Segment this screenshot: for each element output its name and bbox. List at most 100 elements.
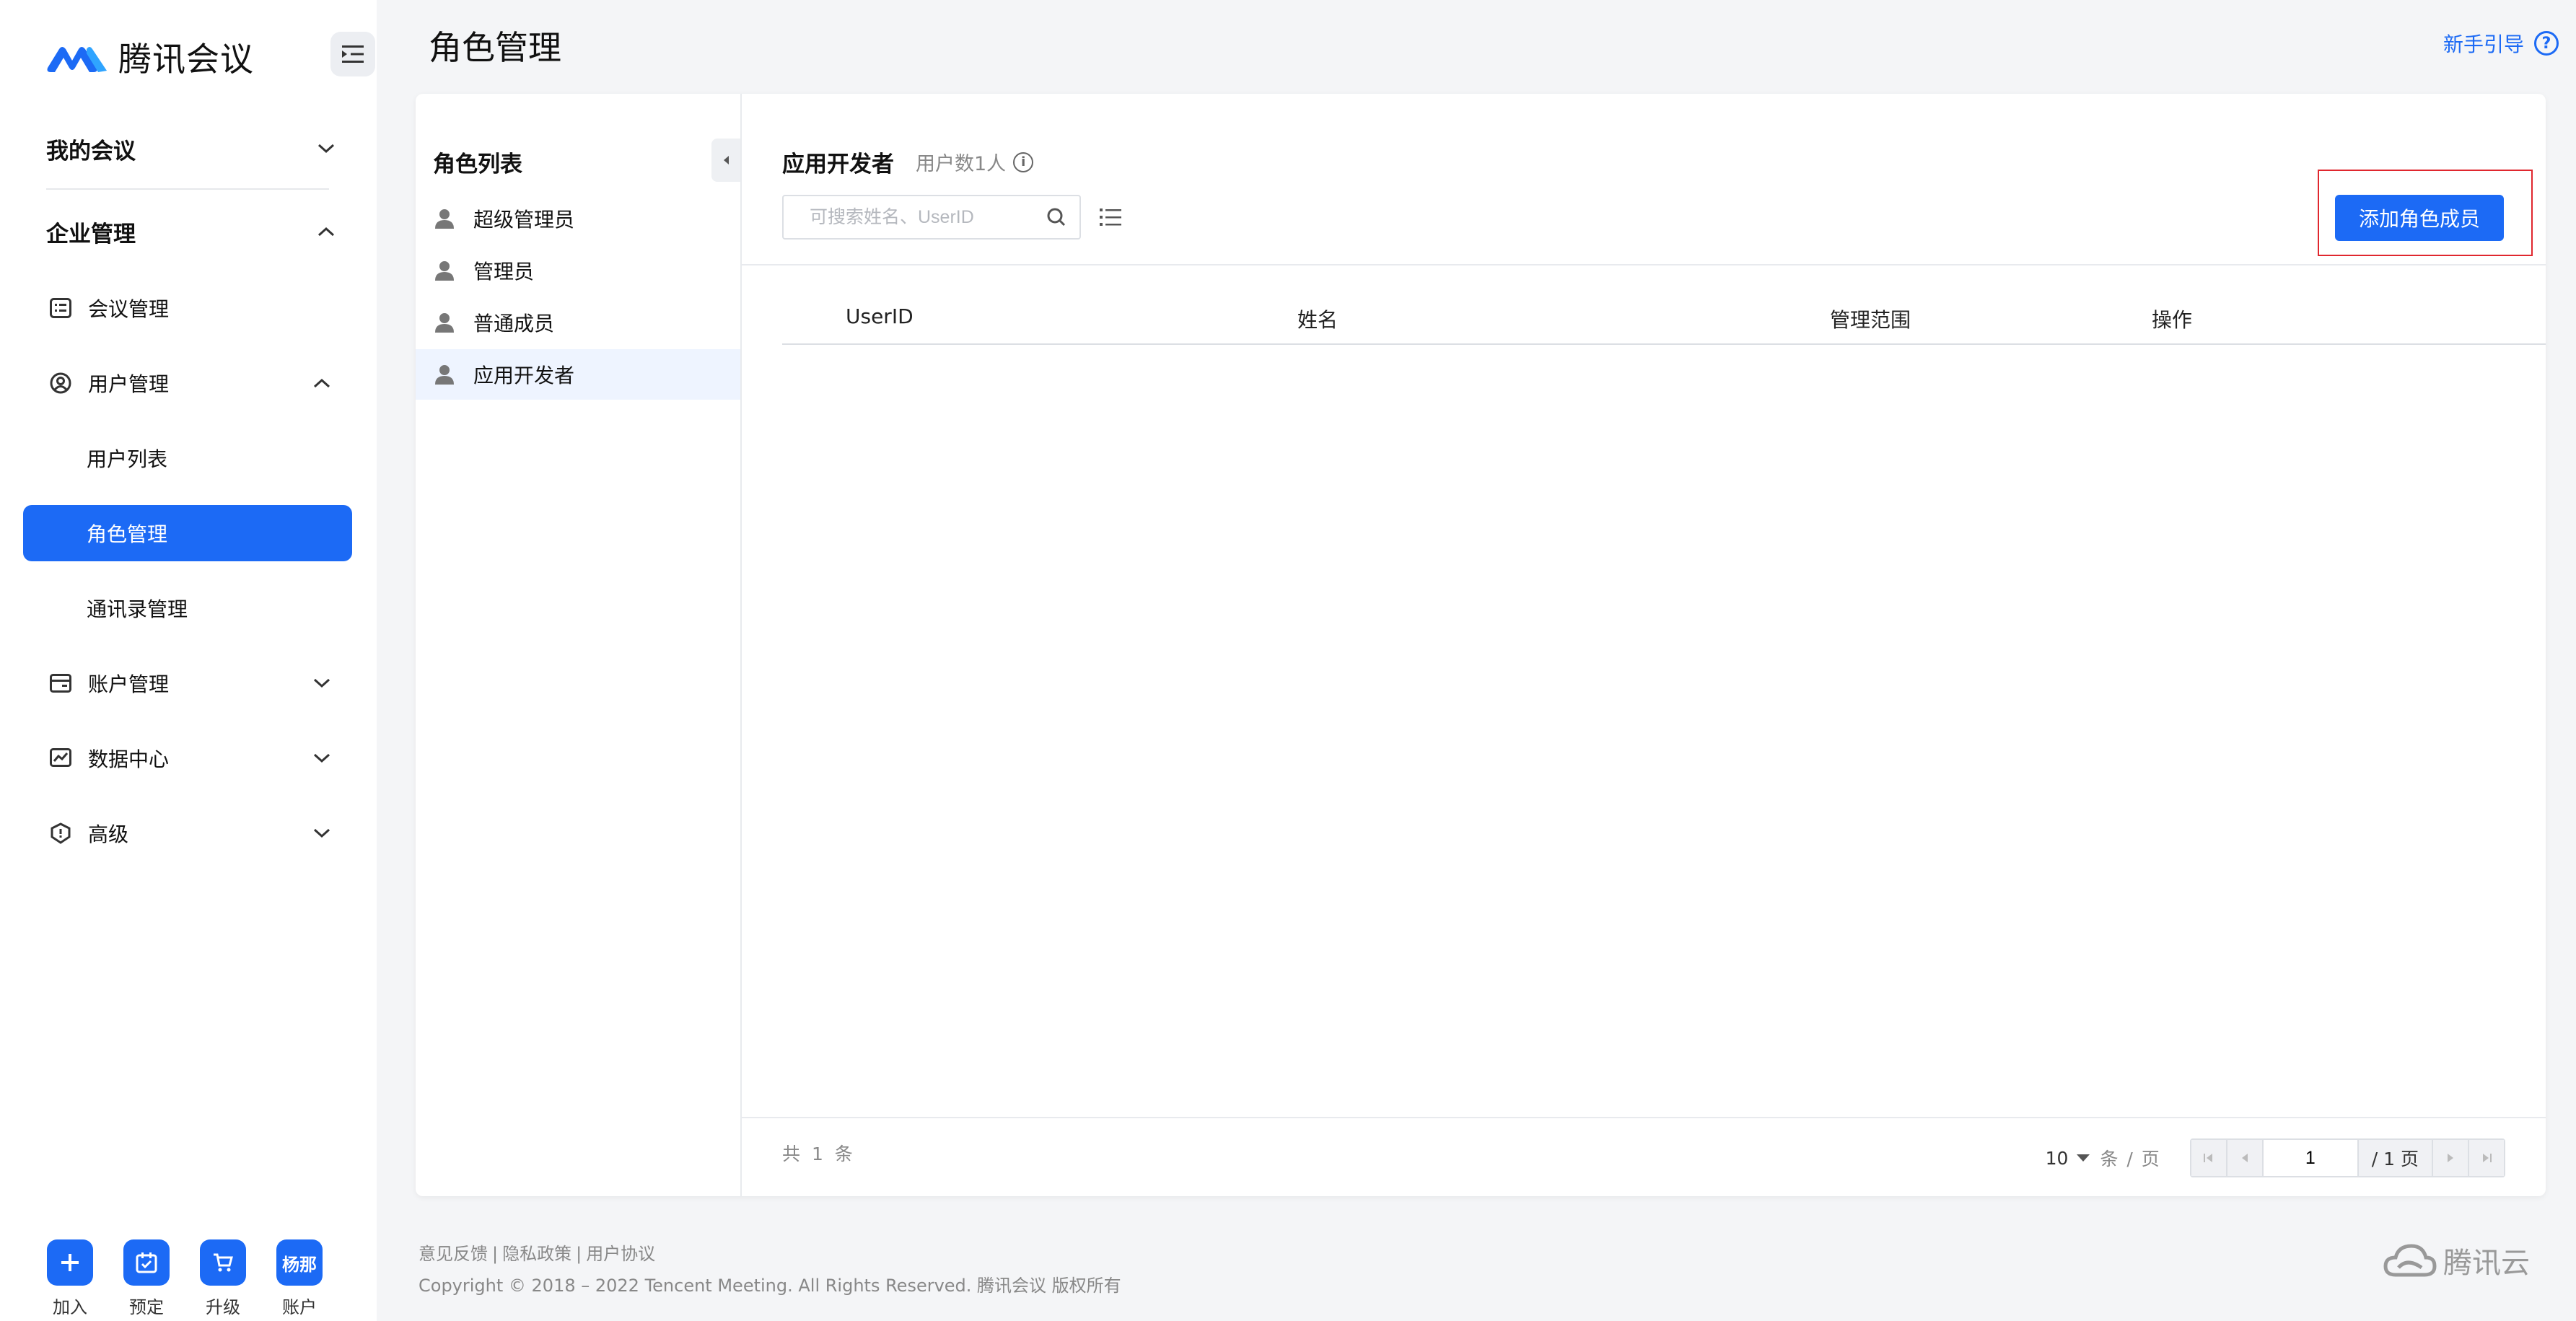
wallet-icon (48, 670, 74, 696)
list-view-icon[interactable] (1098, 205, 1123, 229)
chevron-down-icon (317, 144, 335, 154)
join-meeting-button[interactable]: 加入 (46, 1239, 94, 1318)
add-role-member-button[interactable]: 添加角色成员 (2335, 195, 2504, 241)
beginner-guide-link[interactable]: 新手引导 ? (2443, 29, 2559, 58)
column-header-name: 姓名 (1297, 308, 1339, 332)
sidebar-item-label: 账户管理 (88, 672, 170, 696)
upgrade-button[interactable]: 升级 (199, 1239, 247, 1318)
tencent-cloud-label: 腾讯云 (2443, 1247, 2530, 1280)
caret-left-icon (724, 156, 729, 164)
feedback-link[interactable]: 意见反馈 (419, 1244, 488, 1264)
column-header-userid: UserID (846, 304, 914, 328)
indent-icon (342, 45, 364, 63)
user-icon (435, 261, 454, 281)
upgrade-label: 升级 (206, 1297, 240, 1317)
page-size-select[interactable]: 10 (2046, 1148, 2090, 1169)
sidebar-item-user-list[interactable]: 用户列表 (23, 430, 352, 486)
last-page-icon (2483, 1154, 2492, 1162)
prev-page-button[interactable] (2227, 1140, 2264, 1176)
nav-section-my-meetings[interactable]: 我的会议 (46, 127, 335, 170)
sidebar-item-label: 数据中心 (88, 747, 170, 771)
cart-icon (214, 1253, 233, 1272)
link-separator: | (576, 1244, 582, 1264)
section-divider (742, 264, 2546, 265)
role-list-panel: 角色列表 超级管理员 管理员 普通成员 应用开发者 (416, 94, 742, 1196)
page-size-unit: 条 / 页 (2100, 1149, 2161, 1169)
sidebar-item-label: 高级 (88, 822, 129, 846)
role-item-member[interactable]: 普通成员 (416, 297, 740, 348)
copyright-text: Copyright © 2018 – 2022 Tencent Meeting.… (419, 1276, 1121, 1296)
first-page-button[interactable] (2191, 1140, 2227, 1176)
schedule-label: 预定 (129, 1297, 164, 1317)
account-button[interactable]: 杨那 账户 (276, 1239, 323, 1318)
account-label: 账户 (282, 1297, 317, 1317)
total-pages: / 1 页 (2357, 1140, 2432, 1176)
sidebar-item-label: 用户管理 (88, 372, 170, 396)
column-header-scope: 管理范围 (1830, 308, 1911, 332)
role-item-super-admin[interactable]: 超级管理员 (416, 193, 740, 244)
user-icon (435, 313, 454, 333)
tencent-cloud-logo-icon (2383, 1244, 2437, 1277)
sidebar-item-label: 通讯录管理 (87, 597, 188, 621)
sidebar: 腾讯会议 我的会议 企业管理 会议管理 用户管理 用户列表 角色管理 通讯录管理… (0, 0, 377, 1321)
sidebar-item-account-management[interactable]: 账户管理 (23, 655, 352, 711)
next-page-button[interactable] (2432, 1140, 2468, 1176)
sidebar-item-user-management[interactable]: 用户管理 (23, 355, 352, 411)
tencent-meeting-logo-icon (47, 47, 107, 72)
page-navigator: / 1 页 (2189, 1138, 2505, 1177)
guide-label: 新手引导 (2443, 32, 2524, 56)
chevron-down-icon (313, 828, 330, 838)
help-icon: ? (2534, 31, 2559, 56)
user-agreement-link[interactable]: 用户协议 (586, 1244, 655, 1264)
first-page-icon (2203, 1154, 2212, 1162)
sidebar-item-label: 会议管理 (88, 297, 170, 321)
avatar: 杨那 (276, 1239, 323, 1286)
role-item-label: 应用开发者 (473, 364, 575, 387)
sidebar-collapse-button[interactable] (330, 32, 375, 76)
current-page-input[interactable] (2263, 1140, 2357, 1176)
app-logo[interactable]: 腾讯会议 (46, 33, 254, 81)
search-icon[interactable] (1042, 203, 1071, 232)
info-icon[interactable]: i (1013, 152, 1034, 172)
table-row (782, 346, 2546, 404)
sidebar-item-data-center[interactable]: 数据中心 (23, 730, 352, 786)
role-management-card: 角色列表 超级管理员 管理员 普通成员 应用开发者 应用开发者 用户数1人 i (416, 94, 2546, 1196)
nav-divider (46, 188, 329, 190)
app-name: 腾讯会议 (118, 40, 254, 79)
role-detail-title: 应用开发者 (782, 152, 894, 177)
role-item-app-developer[interactable]: 应用开发者 (416, 349, 740, 400)
role-detail-panel: 应用开发者 用户数1人 i 添加角色成员 UserID 姓名 管理范围 操作 共… (742, 94, 2546, 1196)
chevron-down-icon (313, 753, 330, 763)
chart-icon (48, 745, 74, 771)
chevron-down-icon (313, 678, 330, 688)
sidebar-item-advanced[interactable]: 高级 (23, 805, 352, 861)
role-list-title: 角色列表 (433, 152, 522, 177)
schedule-meeting-button[interactable]: 预定 (123, 1239, 170, 1318)
user-icon (435, 365, 454, 385)
total-count: 共 1 条 (782, 1144, 856, 1164)
sidebar-item-contacts-management[interactable]: 通讯录管理 (23, 580, 352, 636)
role-detail-header: 应用开发者 用户数1人 i (782, 146, 1034, 178)
user-circle-icon (48, 370, 74, 396)
sidebar-item-meeting-management[interactable]: 会议管理 (23, 280, 352, 336)
role-panel-collapse-button[interactable] (711, 139, 740, 182)
sidebar-item-label: 角色管理 (87, 522, 168, 546)
privacy-policy-link[interactable]: 隐私政策 (502, 1244, 571, 1264)
user-count: 用户数1人 (916, 153, 1007, 175)
calendar-check-icon (136, 1252, 157, 1273)
plus-icon (61, 1254, 79, 1271)
role-item-admin[interactable]: 管理员 (416, 245, 740, 296)
footer-links: 意见反馈 | 隐私政策 | 用户协议 (419, 1239, 655, 1265)
sidebar-item-role-management[interactable]: 角色管理 (23, 505, 352, 561)
user-icon (435, 209, 454, 229)
caret-right-icon (2448, 1154, 2453, 1162)
tencent-cloud-brand: 腾讯云 (2383, 1239, 2530, 1281)
nav-section-enterprise[interactable]: 企业管理 (46, 210, 335, 253)
caret-down-icon (2077, 1154, 2090, 1162)
nav-section-label: 企业管理 (46, 221, 136, 247)
role-item-label: 超级管理员 (473, 208, 575, 232)
chevron-up-icon (313, 378, 330, 388)
join-label: 加入 (53, 1297, 87, 1317)
last-page-button[interactable] (2468, 1140, 2504, 1176)
member-search-input[interactable] (784, 196, 1042, 238)
